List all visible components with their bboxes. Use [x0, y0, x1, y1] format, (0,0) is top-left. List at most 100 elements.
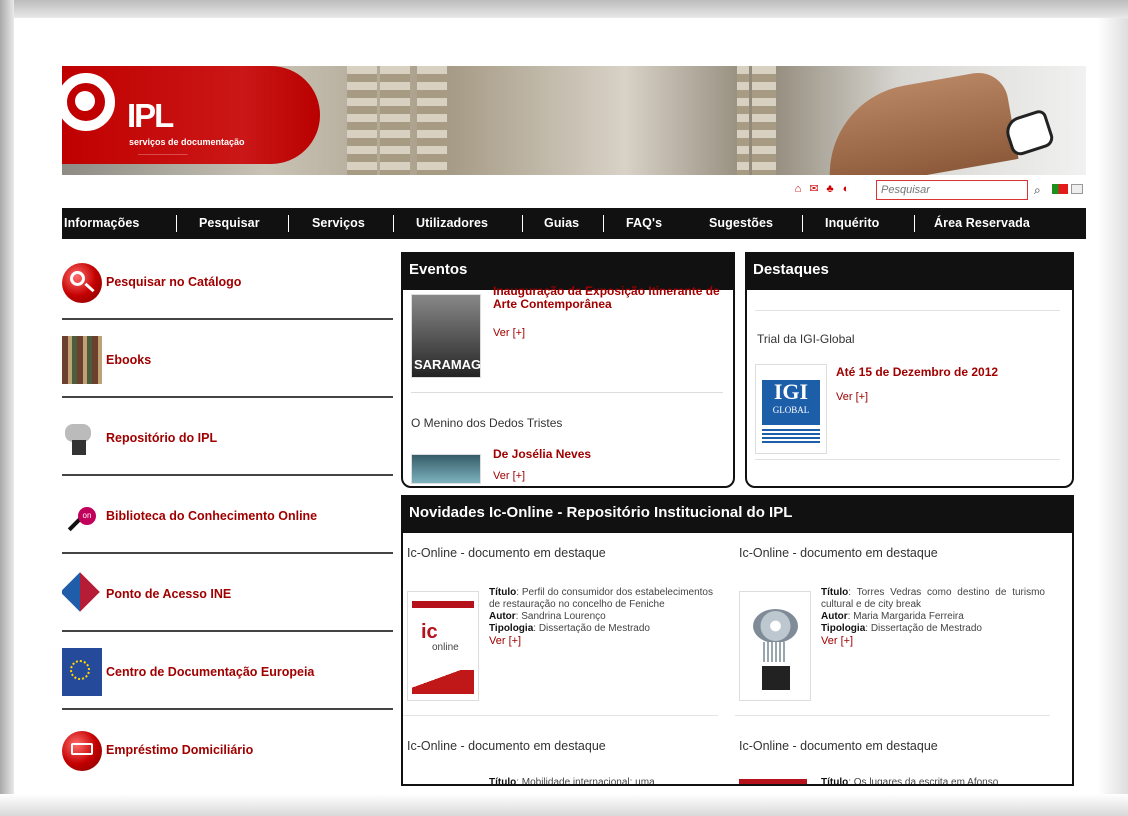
highlight-divider — [755, 310, 1060, 311]
banner-shelf-image — [737, 66, 749, 175]
left-shadow — [0, 0, 14, 816]
quick-link-b-on[interactable]: on Biblioteca do Conhecimento Online — [62, 480, 393, 554]
nav-pesquisar[interactable]: Pesquisar — [199, 216, 260, 230]
quick-link-label: Repositório do IPL — [106, 431, 218, 445]
highlights-title: Destaques — [747, 254, 1072, 290]
quick-link-european-center[interactable]: Centro de Documentação Europeia — [62, 636, 393, 710]
saramago-thumb: SARAMAGO — [411, 294, 491, 378]
news-document[interactable]: ic online Título: Perfil do consumidor d… — [403, 577, 718, 709]
quick-link-label: Centro de Documentação Europeia — [106, 665, 315, 679]
document-partial-metadata: Título: Mobilidade internacional: uma — [489, 777, 655, 786]
quick-link-label: Biblioteca do Conhecimento Online — [106, 509, 318, 523]
web-page: IPL serviços de documentação ───────────… — [62, 66, 1086, 786]
brand-name: IPL — [127, 97, 174, 134]
nav-faqs[interactable]: FAQ's — [626, 216, 662, 230]
event-title[interactable]: De Josélia Neves — [493, 448, 591, 461]
utility-bar: ⌂ ✉ ♣ ◐ ⌕ — [792, 179, 1086, 201]
bottom-shadow — [0, 794, 1128, 816]
document-more-link[interactable]: Ver [+] — [821, 635, 853, 647]
european-documentation-icon — [62, 648, 102, 696]
event-heading: O Menino dos Dedos Tristes — [411, 416, 563, 430]
event-exhibition[interactable]: SARAMAGO Inauguração da Exposição Itiner… — [411, 285, 723, 386]
search-input[interactable] — [876, 180, 1028, 200]
right-shadow — [1098, 18, 1128, 816]
accessibility-icon[interactable]: ◐ — [840, 183, 852, 195]
nav-inquerito[interactable]: Inquérito — [825, 216, 879, 230]
nav-separator — [914, 215, 915, 232]
document-partial-metadata: Título: Os lugares da escrita em Afonso — [821, 777, 999, 786]
highlight-divider — [755, 459, 1060, 460]
nav-separator — [393, 215, 394, 232]
saramago-text: SARAMAGO — [414, 357, 492, 372]
news-heading: Ic-Online - documento em destaque — [407, 546, 606, 560]
igi-global-logo[interactable]: IGI GLOBAL — [755, 364, 827, 454]
b-on-icon: on — [62, 492, 102, 540]
news-right-column: Ic-Online - documento em destaque Título… — [735, 539, 1060, 784]
igi-logo-subtext: GLOBAL — [772, 405, 810, 415]
reader-arm-image — [815, 68, 1019, 175]
brand-subtitle: serviços de documentação — [129, 137, 245, 147]
sitemap-icon[interactable]: ♣ — [824, 183, 836, 195]
quick-link-label: Ebooks — [106, 353, 152, 367]
event-more-link[interactable]: Ver [+] — [493, 327, 525, 339]
quick-link-repository[interactable]: Repositório do IPL — [62, 402, 393, 476]
news-divider — [403, 715, 718, 716]
news-divider — [735, 715, 1050, 716]
document-metadata: Título: Perfil do consumidor dos estabel… — [489, 587, 713, 647]
screenshot-frame: IPL serviços de documentação ───────────… — [0, 0, 1128, 816]
news-document[interactable]: Título: Torres Vedras como destino de tu… — [735, 577, 1050, 709]
news-heading: Ic-Online - documento em destaque — [739, 546, 938, 560]
event-book[interactable]: O Menino dos Dedos Tristes De Josélia Ne… — [411, 404, 723, 484]
nav-area-reservada[interactable]: Área Reservada — [934, 216, 1030, 230]
quick-link-label: Pesquisar no Catálogo — [106, 275, 242, 289]
quick-links-list: Pesquisar no Catálogo Ebooks Repositório… — [62, 246, 393, 786]
news-title: Novidades Ic-Online - Repositório Instit… — [403, 497, 1072, 533]
banner-shelf-image — [417, 66, 447, 175]
search-icon[interactable]: ⌕ — [1034, 183, 1041, 198]
document-metadata: Título: Torres Vedras como destino de tu… — [821, 587, 1045, 647]
nav-separator — [176, 215, 177, 232]
event-divider — [411, 392, 723, 393]
event-more-link[interactable]: Ver [+] — [493, 470, 525, 482]
quick-link-ebooks[interactable]: Ebooks — [62, 324, 393, 398]
ine-icon — [62, 570, 102, 618]
quick-link-ine[interactable]: Ponto de Acesso INE — [62, 558, 393, 632]
banner-shelf-image — [752, 66, 776, 175]
nav-guias[interactable]: Guias — [544, 216, 579, 230]
nav-sugestoes[interactable]: Sugestões — [709, 216, 773, 230]
nav-separator — [603, 215, 604, 232]
magnifier-icon — [62, 258, 102, 306]
book-event-thumb — [411, 454, 481, 484]
news-left-column: Ic-Online - documento em destaque ic onl… — [403, 539, 728, 784]
events-panel: Eventos SARAMAGO Inauguração da Exposiçã… — [401, 252, 735, 488]
mail-icon[interactable]: ✉ — [808, 183, 820, 195]
ipl-logo[interactable]: IPL serviços de documentação ───────────… — [62, 66, 320, 164]
banner-shelf-image — [380, 66, 410, 175]
nav-servicos[interactable]: Serviços — [312, 216, 365, 230]
event-title[interactable]: Inauguração da Exposição Itinerante de A… — [493, 285, 723, 311]
ic-online-logo: ic online — [407, 591, 479, 701]
server-icon — [62, 414, 102, 462]
nav-informacoes[interactable]: Informações — [64, 216, 139, 230]
quick-link-catalog[interactable]: Pesquisar no Catálogo — [62, 246, 393, 320]
brain-chip-image — [739, 591, 811, 701]
portuguese-flag-icon[interactable] — [1052, 184, 1068, 194]
highlight-title[interactable]: Até 15 de Dezembro de 2012 — [836, 366, 998, 379]
document-more-link[interactable]: Ver [+] — [489, 635, 521, 647]
books-icon — [62, 336, 102, 384]
highlights-panel: Destaques Trial da IGI-Global IGI GLOBAL… — [745, 252, 1074, 488]
ipl-dot-icon — [75, 91, 95, 111]
language-box-icon[interactable] — [1071, 184, 1083, 194]
quick-link-label: Empréstimo Domiciliário — [106, 743, 254, 757]
igi-waves-icon — [762, 427, 820, 443]
highlight-more-link[interactable]: Ver [+] — [836, 391, 868, 403]
news-heading: Ic-Online - documento em destaque — [407, 739, 606, 753]
top-shadow — [0, 0, 1128, 18]
home-icon[interactable]: ⌂ — [792, 183, 804, 195]
quick-link-loan[interactable]: Empréstimo Domiciliário — [62, 714, 393, 786]
nav-separator — [522, 215, 523, 232]
news-panel: Novidades Ic-Online - Repositório Instit… — [401, 495, 1074, 786]
nav-utilizadores[interactable]: Utilizadores — [416, 216, 488, 230]
igi-logo-text: IGI — [762, 380, 820, 425]
highlight-heading: Trial da IGI-Global — [757, 332, 855, 346]
